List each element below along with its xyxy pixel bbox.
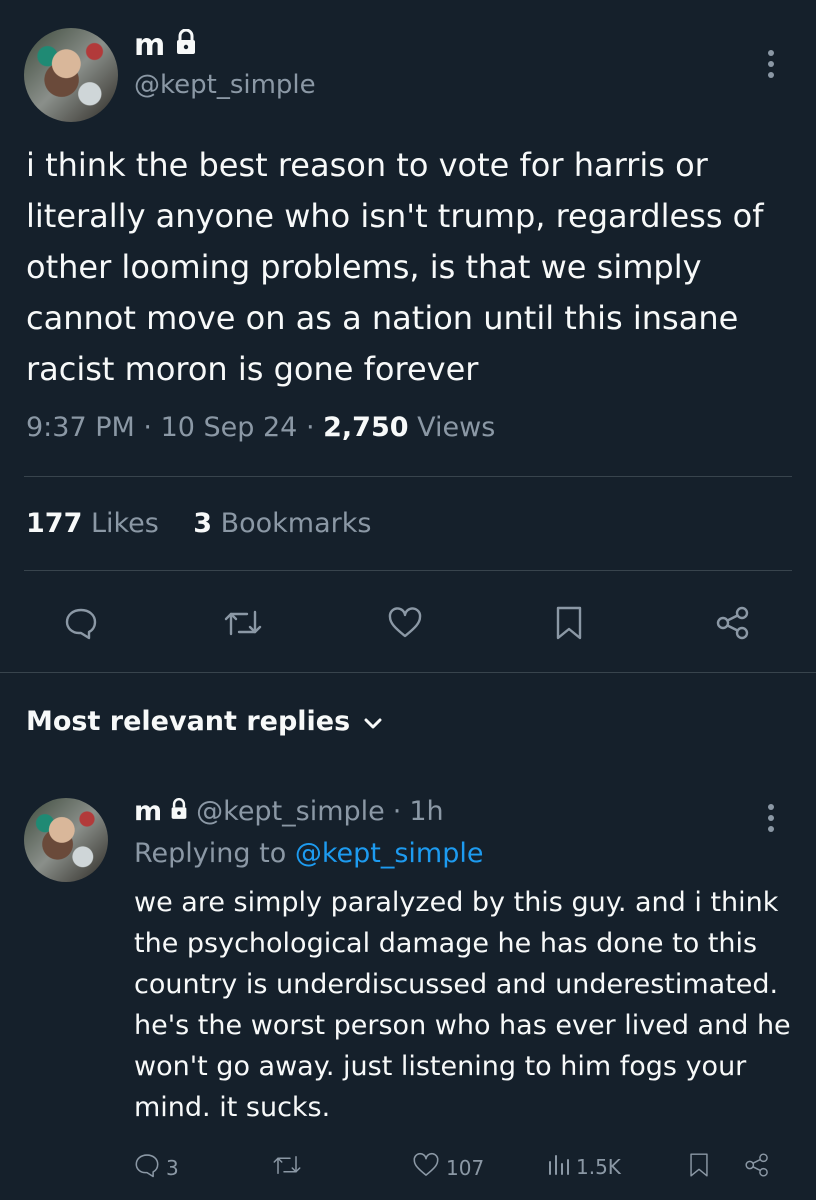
- tweet-meta: 9:37 PM · 10 Sep 24 · 2,750 Views: [26, 412, 495, 443]
- bookmarks-stat[interactable]: 3 Bookmarks: [193, 508, 371, 539]
- likes-stat[interactable]: 177 Likes: [26, 508, 159, 539]
- tweet-date: 10 Sep 24: [160, 412, 298, 443]
- bookmarks-label: Bookmarks: [220, 508, 372, 539]
- replying-to: Replying to @kept_simple: [134, 838, 483, 869]
- meta-separator: ·: [305, 412, 315, 443]
- reply-like-button[interactable]: 107: [412, 1152, 484, 1183]
- divider: [24, 570, 792, 571]
- bookmarks-count: 3: [193, 508, 213, 539]
- author-name[interactable]: m: [134, 28, 165, 63]
- share-icon[interactable]: [708, 598, 758, 648]
- reply-icon: [134, 1152, 160, 1183]
- reply-retweet-button[interactable]: [272, 1152, 302, 1183]
- reply-bookmark-button[interactable]: [688, 1152, 710, 1183]
- replies-sort-dropdown[interactable]: Most relevant replies: [26, 706, 382, 737]
- reply-author-avatar[interactable]: [24, 798, 108, 882]
- meta-separator: ·: [392, 796, 402, 827]
- lock-icon: [170, 796, 188, 827]
- view-count: 1.5K: [576, 1154, 621, 1179]
- meta-separator: ·: [143, 412, 152, 443]
- reply-author-name[interactable]: m: [134, 796, 162, 827]
- author-handle[interactable]: @kept_simple: [134, 70, 316, 100]
- heart-icon: [412, 1152, 440, 1183]
- reply-count: 3: [166, 1155, 179, 1180]
- engagement-stats: 177 Likes 3 Bookmarks: [26, 508, 371, 539]
- likes-label: Likes: [90, 508, 159, 539]
- reply-icon[interactable]: [56, 598, 106, 648]
- more-vertical-icon[interactable]: [756, 46, 786, 82]
- replying-to-link[interactable]: @kept_simple: [295, 838, 484, 869]
- retweet-icon: [272, 1152, 302, 1183]
- views-label: Views: [417, 412, 496, 443]
- heart-icon[interactable]: [380, 598, 430, 648]
- likes-count: 177: [26, 508, 83, 539]
- analytics-icon: [546, 1152, 570, 1181]
- like-count: 107: [446, 1155, 485, 1180]
- author-avatar[interactable]: [24, 28, 118, 122]
- share-icon: [744, 1152, 770, 1183]
- tweet-time: 9:37 PM: [26, 412, 135, 443]
- bookmark-icon[interactable]: [544, 598, 594, 648]
- reply-views-button[interactable]: 1.5K: [546, 1152, 621, 1181]
- chevron-down-icon: [364, 706, 382, 737]
- tweet-text: i think the best reason to vote for harr…: [26, 146, 764, 388]
- reply-author-handle[interactable]: @kept_simple: [196, 796, 385, 827]
- bookmark-icon: [688, 1152, 710, 1183]
- reply-share-button[interactable]: [744, 1152, 770, 1183]
- reply-text: we are simply paralyzed by this guy. and…: [134, 887, 791, 1123]
- reply-reply-button[interactable]: 3: [134, 1152, 179, 1183]
- reply-author-row: m @kept_simple · 1h: [134, 796, 444, 827]
- reply-age: 1h: [409, 796, 444, 827]
- divider: [0, 672, 816, 673]
- divider: [24, 476, 792, 477]
- replying-to-prefix: Replying to: [134, 838, 287, 869]
- replies-sort-label: Most relevant replies: [26, 706, 351, 737]
- views-count: 2,750: [323, 412, 409, 443]
- more-vertical-icon[interactable]: [756, 800, 786, 836]
- author-name-row[interactable]: m: [134, 28, 197, 63]
- lock-icon: [175, 28, 197, 63]
- retweet-icon[interactable]: [218, 598, 268, 648]
